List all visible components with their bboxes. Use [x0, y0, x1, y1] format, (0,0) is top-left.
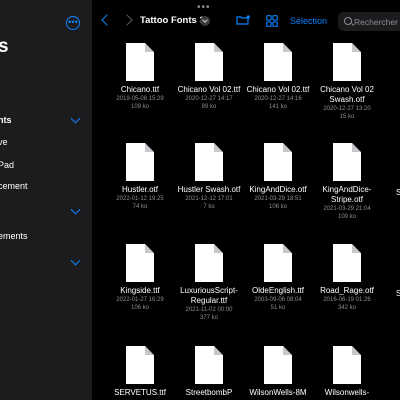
file-date: 2003-09-06 08:04: [254, 297, 302, 303]
file-size: 106 ko: [130, 305, 149, 311]
file-name: Chicano Vol 02.ttf: [177, 85, 241, 94]
file-item[interactable]: Wilsonwells-: [309, 346, 385, 398]
file-name: WilsonWells-8M: [249, 388, 307, 397]
file-size: 109 ko: [337, 214, 356, 220]
sidebar-item-drive[interactable]: ve: [0, 137, 8, 147]
sidebar-section-favorites[interactable]: nts: [0, 115, 12, 125]
file-item[interactable]: Hustler Swash.otf 2021-12-12 17:01 7 ko: [171, 143, 247, 211]
file-name: Chicano Vol 02.ttf: [246, 85, 310, 94]
file-item[interactable]: Hustler.otf 2022-01-12 19:25 74 ko: [102, 143, 178, 211]
file-size: 377 ko: [199, 315, 218, 321]
file-item[interactable]: LuxuriousScript-Regular.ttf 2021-11-02 0…: [171, 244, 247, 322]
file-size: 15 ko: [339, 114, 355, 120]
sidebar-item-downloads[interactable]: ements: [0, 231, 28, 241]
search-placeholder: Rechercher: [354, 17, 398, 27]
document-icon: [264, 43, 292, 81]
file-size: 109 ko: [130, 104, 149, 110]
partial-file-name[interactable]: SE: [396, 289, 400, 298]
file-name: Chicano.ttf: [120, 85, 160, 94]
file-item[interactable]: SERVETUS.ttf: [102, 346, 178, 398]
sidebar-item-ipad[interactable]: Pad: [0, 160, 14, 170]
search-input[interactable]: Rechercher: [338, 12, 400, 31]
file-item[interactable]: Chicano Vol 02.ttf 2020-12-27 14:16 141 …: [240, 43, 316, 111]
partial-file-name[interactable]: St: [396, 188, 400, 197]
file-name: Kingside.ttf: [120, 286, 160, 295]
file-date: 2020-12-27 13:20: [323, 106, 371, 112]
document-icon: [333, 143, 361, 181]
new-folder-icon[interactable]: [236, 15, 250, 25]
file-item[interactable]: Chicano Vol 02 Swash.otf 2020-12-27 13:2…: [309, 43, 385, 121]
file-size: 51 ko: [270, 305, 286, 311]
file-date: 2021-03-29 18:51: [254, 196, 302, 202]
file-size: 7 ko: [203, 204, 215, 210]
file-name: KingAndDice-Stripe.otf: [322, 185, 372, 204]
file-item[interactable]: Kingside.ttf 2022-01-27 16:29 106 ko: [102, 244, 178, 312]
file-size: 106 ko: [268, 204, 287, 210]
document-icon: [126, 43, 154, 81]
document-icon: [264, 244, 292, 282]
document-icon: [333, 346, 361, 384]
multitask-handle[interactable]: •••: [197, 2, 211, 13]
file-size: 74 ko: [132, 204, 148, 210]
file-item[interactable]: Chicano Vol 02.ttf 2020-12-27 14:17 89 k…: [171, 43, 247, 111]
chevron-down-icon[interactable]: [70, 255, 81, 266]
file-name: Wilsonwells-: [324, 388, 370, 397]
document-icon: [333, 244, 361, 282]
document-icon: [333, 43, 361, 81]
document-icon: [126, 143, 154, 181]
file-size: 141 ko: [268, 104, 287, 110]
file-item[interactable]: StreetbombP: [171, 346, 247, 398]
file-name: Road_Rage.otf: [320, 286, 374, 295]
file-date: 2019-05-08 15:29: [116, 96, 164, 102]
file-name: Chicano Vol 02 Swash.otf: [320, 85, 374, 104]
file-browser: ••• Tattoo Fonts 3 Sélection Rechercher …: [92, 0, 400, 400]
file-item[interactable]: KingAndDice.otf 2021-03-29 18:51 106 ko: [240, 143, 316, 211]
file-size: 342 ko: [337, 305, 356, 311]
file-name: SERVETUS.ttf: [114, 388, 166, 397]
file-date: 2021-11-02 00:00: [185, 307, 233, 313]
file-date: 2016-06-19 01:26: [323, 297, 371, 303]
file-item[interactable]: Road_Rage.otf 2016-06-19 01:26 342 ko: [309, 244, 385, 312]
file-name: LuxuriousScript-Regular.ttf: [180, 286, 238, 305]
grid-view-icon[interactable]: [266, 15, 278, 27]
chevron-down-icon[interactable]: [70, 113, 81, 124]
file-item[interactable]: Chicano.ttf 2019-05-08 15:29 109 ko: [102, 43, 178, 111]
file-date: 2021-03-29 21:04: [323, 206, 371, 212]
file-date: 2022-01-12 19:25: [116, 196, 164, 202]
file-name: Hustler Swash.otf: [177, 185, 241, 194]
back-chevron-icon[interactable]: [101, 14, 113, 26]
file-item[interactable]: WilsonWells-8M: [240, 346, 316, 398]
more-options-icon[interactable]: •••: [66, 16, 80, 30]
file-date: 2020-12-27 14:17: [185, 96, 233, 102]
file-name: StreetbombP: [185, 388, 233, 397]
title-menu-chevron-icon[interactable]: [200, 16, 210, 26]
document-icon: [264, 346, 292, 384]
chevron-down-icon[interactable]: [70, 204, 81, 215]
sidebar: ••• s nts ve Pad cement ements: [0, 0, 92, 400]
document-icon: [195, 43, 223, 81]
select-button[interactable]: Sélection: [290, 16, 327, 26]
document-icon: [195, 346, 223, 384]
sidebar-item-location[interactable]: cement: [0, 181, 28, 191]
sidebar-title: s: [0, 36, 9, 57]
file-date: 2022-01-27 16:29: [116, 297, 164, 303]
document-icon: [126, 346, 154, 384]
folder-title[interactable]: Tattoo Fonts 3: [140, 15, 205, 26]
document-icon: [264, 143, 292, 181]
file-name: OldeEnglish.ttf: [251, 286, 305, 295]
file-item[interactable]: OldeEnglish.ttf 2003-09-06 08:04 51 ko: [240, 244, 316, 312]
document-icon: [195, 244, 223, 282]
document-icon: [126, 244, 154, 282]
document-icon: [195, 143, 223, 181]
file-date: 2020-12-27 14:16: [254, 96, 302, 102]
file-item[interactable]: KingAndDice-Stripe.otf 2021-03-29 21:04 …: [309, 143, 385, 221]
search-icon: [344, 17, 352, 25]
file-name: KingAndDice.otf: [249, 185, 307, 194]
file-size: 89 ko: [201, 104, 217, 110]
file-name: Hustler.otf: [121, 185, 158, 194]
file-date: 2021-12-12 17:01: [185, 196, 233, 202]
forward-chevron-icon[interactable]: [121, 14, 133, 26]
